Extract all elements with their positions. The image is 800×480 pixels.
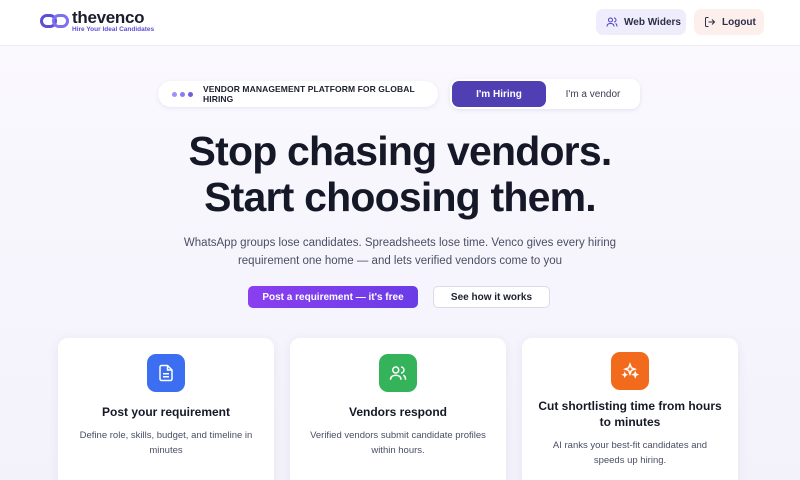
- logout-button-label: Logout: [722, 16, 756, 28]
- card-description-line1: Verified vendors submit candidate profil…: [310, 430, 486, 441]
- platform-badge: VENDOR MANAGEMENT PLATFORM FOR GLOBAL HI…: [158, 81, 438, 107]
- logout-icon: [705, 17, 716, 27]
- brand-logo[interactable]: thevenco Hire Your Ideal Candidates: [40, 8, 155, 34]
- card-description-line2: speeds up hiring.: [593, 455, 667, 466]
- top-header: thevenco Hire Your Ideal Candidates Web …: [0, 0, 800, 46]
- card-title: Cut shortlisting time from hours to minu…: [534, 398, 726, 430]
- card-description-line1: Define role, skills, budget, and timelin…: [79, 430, 253, 441]
- platform-badge-text: VENDOR MANAGEMENT PLATFORM FOR GLOBAL HI…: [203, 84, 415, 104]
- card-description: Verified vendors submit candidate profil…: [308, 428, 488, 458]
- document-icon: [147, 354, 185, 392]
- card-title: Post your requirement: [101, 405, 231, 419]
- hero-subtitle-line1: WhatsApp groups lose candidates. Spreads…: [183, 237, 617, 249]
- card-description-line2: within hours.: [371, 445, 425, 456]
- user-account-button[interactable]: Web Widers: [596, 9, 686, 35]
- card-description: Define role, skills, budget, and timelin…: [76, 428, 256, 458]
- logo-name: thevenco: [72, 8, 145, 27]
- logo-chain-icon: [40, 14, 70, 28]
- card-title: Vendors respond: [348, 405, 448, 419]
- sparkle-icon: [611, 352, 649, 390]
- dots-icon: [172, 91, 193, 97]
- feature-card-vendors: Vendors respond Verified vendors submit …: [290, 338, 506, 480]
- feature-card-post: Post your requirement Define role, skill…: [58, 338, 274, 480]
- hero-title: Stop chasing vendors. Start choosing the…: [0, 128, 800, 220]
- role-toggle: I'm Hiring I'm a vendor: [450, 79, 640, 109]
- see-how-it-works-button[interactable]: See how it works: [433, 286, 550, 308]
- card-description-line1: AI ranks your best-fit candidates and: [552, 440, 708, 451]
- user-icon: [606, 17, 618, 27]
- card-title-line2: to minutes: [599, 415, 661, 429]
- card-description: AI ranks your best-fit candidates and sp…: [540, 438, 720, 468]
- logo-tagline: Hire Your Ideal Candidates: [72, 26, 155, 33]
- user-button-label: Web Widers: [624, 16, 681, 28]
- hero-title-line2: Start choosing them.: [204, 174, 597, 220]
- logout-button[interactable]: Logout: [694, 9, 764, 35]
- users-icon: [379, 354, 417, 392]
- hero-subtitle: WhatsApp groups lose candidates. Spreads…: [150, 234, 650, 270]
- post-requirement-button[interactable]: Post a requirement — it's free: [248, 286, 418, 308]
- card-title-line1: Cut shortlisting time from hours: [538, 399, 722, 413]
- hero-subtitle-line2: requirement one home — and lets verified…: [237, 255, 563, 267]
- hero-title-line1: Stop chasing vendors.: [188, 128, 613, 174]
- card-description-line2: minutes: [149, 445, 183, 456]
- feature-card-shortlist: Cut shortlisting time from hours to minu…: [522, 338, 738, 480]
- toggle-hiring[interactable]: I'm Hiring: [452, 81, 546, 107]
- toggle-vendor[interactable]: I'm a vendor: [548, 81, 638, 107]
